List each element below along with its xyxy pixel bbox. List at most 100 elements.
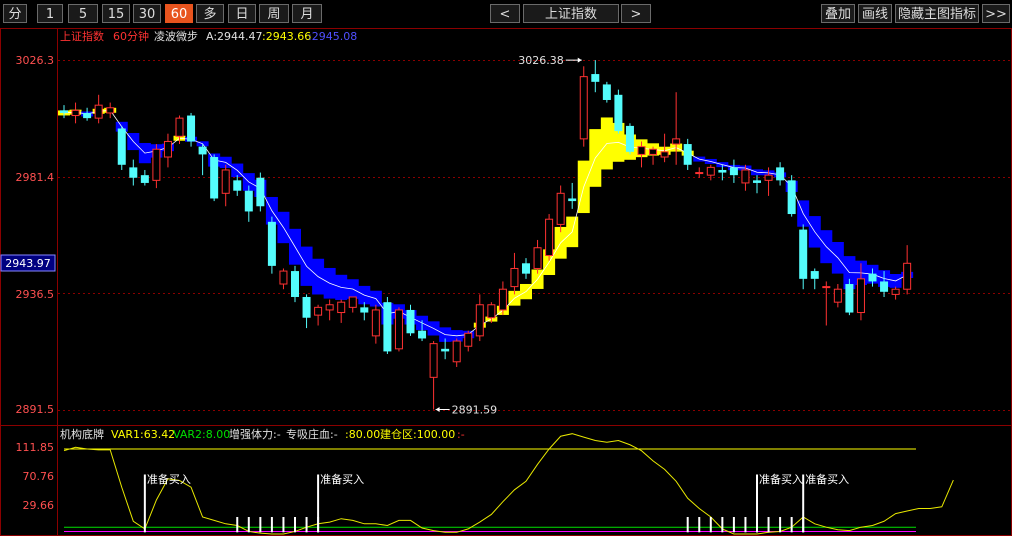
period-button-week[interactable]: 周 — [259, 4, 289, 23]
candle-body — [891, 288, 900, 295]
candle-body — [418, 330, 427, 339]
candle-body — [117, 128, 126, 165]
main-legend-b: :2943.66 — [262, 30, 311, 43]
candle-body — [833, 288, 842, 303]
candle-body — [602, 84, 611, 100]
band-layer — [58, 107, 914, 342]
candle-body — [799, 229, 808, 279]
candle-body — [614, 94, 623, 132]
candle-body — [348, 296, 357, 308]
candle-body — [302, 296, 311, 318]
candle-body — [845, 284, 854, 313]
candle-body — [649, 148, 658, 155]
candle-body — [279, 270, 288, 285]
main-legend-a: A:2944.47 — [206, 30, 263, 43]
sub-y-tick-label: 111.85 — [16, 441, 55, 454]
period-button-60[interactable]: 60 — [165, 4, 193, 23]
candle-body — [233, 180, 242, 191]
candle-body — [764, 174, 773, 181]
candle-body — [337, 301, 346, 314]
main-legend-c: :2945.08 — [308, 30, 357, 43]
y-tick-label: 3026.3 — [16, 54, 55, 67]
period-button-month[interactable]: 月 — [292, 4, 322, 23]
buy-signal-label: 准备买入 — [147, 472, 191, 486]
period-button-fen[interactable]: 分 — [3, 4, 27, 23]
candle-body — [187, 115, 196, 142]
candle-body — [695, 172, 704, 175]
candle-body — [129, 167, 138, 178]
period-button-15[interactable]: 15 — [102, 4, 130, 23]
period-button-1[interactable]: 1 — [37, 4, 63, 23]
sub-legend-var1: VAR1:63.42 — [111, 428, 175, 441]
candle-body — [880, 281, 889, 292]
candle-body — [314, 306, 323, 316]
candle-body — [822, 286, 831, 289]
candle-body — [198, 146, 207, 155]
sub-legend-v80: :80.00 — [345, 428, 380, 441]
candle-body — [175, 117, 184, 137]
candle-body — [903, 262, 912, 290]
low-annotation-label: 2891.59 — [452, 404, 498, 417]
candle-body — [325, 304, 334, 311]
candle-body — [579, 76, 588, 140]
candle-body — [210, 157, 219, 199]
period-button-30[interactable]: 30 — [133, 4, 161, 23]
candle-body — [256, 177, 265, 207]
candle-body — [510, 267, 519, 288]
candle-body — [475, 304, 484, 337]
candle-body — [394, 309, 403, 350]
sub-legend-zqtl: 增强体力:- — [229, 427, 281, 441]
next-security-button[interactable]: > — [621, 4, 651, 23]
candle-body — [741, 169, 750, 184]
annotation-arrowhead — [577, 57, 582, 63]
sub-y-tick-label: 70.76 — [23, 470, 55, 483]
candle-body — [729, 167, 738, 176]
candle-body — [429, 343, 438, 378]
toolbar: 分 1 5 15 30 60 多 日 周 月 < 上证指数 > 叠加 画线 隐藏… — [0, 0, 1012, 28]
candle-body — [371, 309, 380, 337]
candle-body — [625, 125, 634, 152]
candle-body — [152, 148, 161, 181]
candle-body — [683, 144, 692, 165]
indicator-layer: 准备买入 准备买入 准备买入 准备买入 — [63, 433, 954, 535]
draw-line-button[interactable]: 画线 — [858, 4, 892, 23]
prev-security-button[interactable]: < — [490, 4, 520, 23]
candle-body — [360, 307, 369, 313]
annotation-arrowhead — [435, 407, 440, 413]
candle-body — [60, 110, 68, 113]
more-button[interactable]: >> — [982, 4, 1010, 23]
candle-body — [868, 273, 877, 282]
high-annotation-label: 3026.38 — [518, 54, 564, 67]
candle-body — [753, 180, 761, 183]
candle-body — [672, 138, 681, 145]
current-price-label: 2943.97 — [5, 257, 51, 270]
grid — [58, 60, 1011, 411]
candle-body — [568, 198, 577, 202]
candle-body — [556, 192, 565, 225]
buy-signal-label: 准备买入 — [805, 472, 849, 486]
candle-body — [267, 221, 276, 266]
candle-body — [487, 304, 496, 319]
candle-body — [452, 340, 461, 363]
sub-y-tick-label: 29.66 — [23, 499, 55, 512]
sub-legend-var2: VAR2:8.00 — [173, 428, 230, 441]
hide-indicator-button[interactable]: 隐藏主图指标 — [895, 4, 979, 23]
candle-body — [221, 169, 230, 194]
overlay-button[interactable]: 叠加 — [821, 4, 855, 23]
period-button-day[interactable]: 日 — [228, 4, 256, 23]
security-name[interactable]: 上证指数 — [523, 4, 619, 23]
period-button-multi[interactable]: 多 — [196, 4, 224, 23]
candle-body — [522, 263, 530, 274]
candle-body — [776, 167, 785, 181]
main-legend-indicator: 凌波微步 — [154, 29, 198, 43]
candle-body — [660, 151, 669, 158]
candle-body — [441, 348, 450, 352]
chart-area[interactable]: 上证指数 60分钟 凌波微步 A:2944.47 :2943.66 :2945.… — [0, 28, 1012, 536]
candle-body — [718, 169, 727, 173]
period-button-5[interactable]: 5 — [68, 4, 98, 23]
candle-body — [545, 218, 554, 257]
sub-legend-zxzx: 专吸庄血:- — [286, 427, 338, 441]
band-midline — [63, 109, 908, 337]
candle-body — [591, 74, 600, 82]
sub-legend-name: 机构底牌 — [60, 427, 104, 441]
